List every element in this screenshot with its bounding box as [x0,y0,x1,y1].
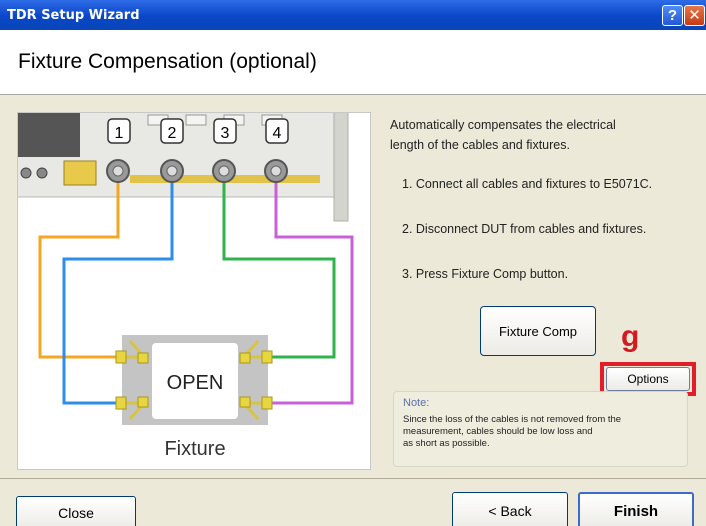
connection-diagram: 1 2 3 4 OPEN Fixture [17,112,371,470]
aux-connector [20,167,32,179]
instructions-intro-line1: Automatically compensates the electrical [390,118,616,132]
instructions-intro-line2: length of the cables and fixtures. [390,138,570,152]
port-connector-4-center [270,165,282,177]
note-text-line3: as short as possible. [403,438,490,449]
port-number-1: 1 [115,125,124,142]
close-button[interactable]: Close [16,496,136,526]
fixture-pad [137,352,149,364]
port-connector-2-center [166,165,178,177]
fixture-pad [115,396,127,410]
instrument-key [185,114,207,126]
port-number-2: 2 [168,125,177,142]
port-connector-1-center [112,165,124,177]
instruction-step-1: 1. Connect all cables and fixtures to E5… [402,177,653,191]
finish-button[interactable]: Finish [578,492,694,526]
callout-letter: g [621,320,640,353]
connection-diagram-svg: 1 2 3 4 OPEN Fixture [18,113,354,460]
help-button[interactable]: ? [662,5,683,26]
note-text-line2: measurement, cables should be low loss a… [403,426,593,437]
cable-port3 [222,171,336,359]
port-number-4: 4 [273,125,282,142]
port-connector-3-center [218,165,230,177]
instruction-step-2: 2. Disconnect DUT from cables and fixtur… [402,222,647,236]
back-button-label: < Back [488,503,532,519]
help-icon: ? [667,7,678,24]
fixture-pad [261,350,273,364]
options-label: Options [627,372,669,386]
instrument-label-plate [63,160,97,186]
fixture-label: Fixture [164,438,225,460]
instruction-step-3: 3. Press Fixture Comp button. [402,267,569,281]
instructions-panel: Automatically compensates the electrical… [390,115,700,281]
fixture-pad [137,396,149,408]
fixture-comp-label: Fixture Comp [498,323,578,339]
fixture-pad [239,352,251,364]
cable-port1 [38,171,124,359]
note-text-line1: Since the loss of the cables is not remo… [403,414,622,425]
fixture-state-label: OPEN [167,372,224,394]
fixture-pad [239,396,251,408]
instrument-side [333,113,349,222]
port-number-3: 3 [221,125,230,142]
footer-separator [0,478,706,479]
fixture-comp-button[interactable]: Fixture Comp [480,306,596,356]
close-icon: ✕ [688,7,701,24]
aux-connector [36,167,48,179]
window-close-button[interactable]: ✕ [684,5,705,26]
finish-button-label: Finish [613,502,659,520]
note-box: Note: Since the loss of the cables is no… [393,391,688,467]
title-bar: TDR Setup Wizard ? ✕ [0,0,706,30]
back-button[interactable]: < Back [452,492,568,526]
window-title: TDR Setup Wizard [7,7,140,23]
note-text: Since the loss of the cables is not remo… [403,414,683,450]
wizard-header: Fixture Compensation (optional) [0,30,706,95]
page-title: Fixture Compensation (optional) [18,50,317,73]
fixture-pad [261,396,273,410]
close-button-label: Close [58,505,94,521]
options-button[interactable]: Options [606,367,690,391]
instrument-display [18,113,80,157]
note-label: Note: [403,397,430,409]
fixture-pad [115,350,127,364]
